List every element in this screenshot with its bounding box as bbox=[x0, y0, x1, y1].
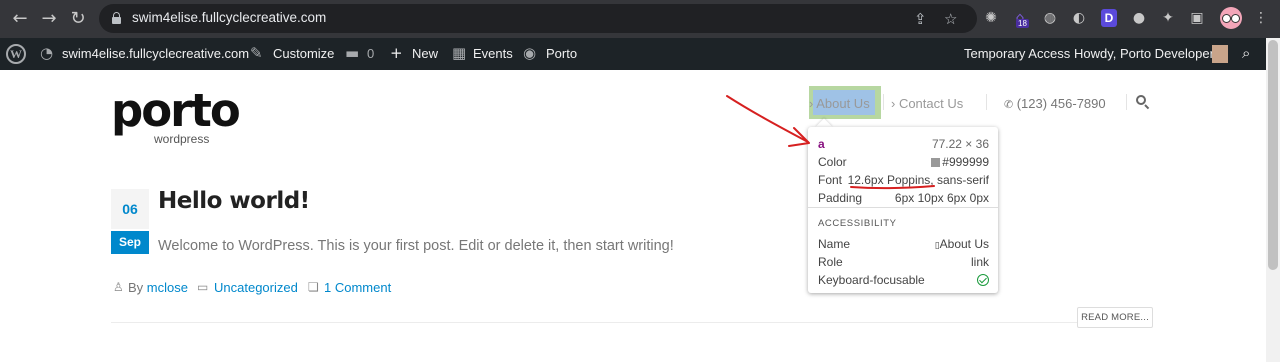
tooltip-focus-value bbox=[977, 273, 989, 287]
tooltip-tag: a bbox=[818, 137, 825, 151]
adminbar-new[interactable]: New bbox=[412, 46, 438, 61]
address-bar[interactable]: swim4elise.fullcyclecreative.com ⇪ ☆ bbox=[99, 4, 977, 33]
adminbar-site-name[interactable]: swim4elise.fullcyclecreative.com bbox=[62, 46, 249, 61]
bookmark-star-icon[interactable]: ☆ bbox=[944, 10, 957, 28]
porto-icon: ◉ bbox=[523, 44, 537, 62]
site-logo-subtitle: wordpress bbox=[154, 132, 210, 146]
tooltip-divider bbox=[808, 207, 998, 208]
tooltip-accessibility-heading: ACCESSIBILITY bbox=[818, 218, 897, 229]
post-title[interactable]: Hello world! bbox=[158, 188, 310, 214]
tooltip-color-label: Color bbox=[818, 155, 847, 169]
color-swatch bbox=[931, 158, 941, 167]
tooltip-name-value: ▯About Us bbox=[935, 237, 989, 251]
wp-admin-bar: W ◔ swim4elise.fullcyclecreative.com ✎ C… bbox=[0, 38, 1266, 70]
browser-toolbar: ← → ↻ swim4elise.fullcyclecreative.com ⇪… bbox=[0, 0, 1280, 38]
tooltip-role-value: link bbox=[970, 255, 989, 269]
tooltip-role-row: Role link bbox=[818, 255, 989, 271]
puzzle-extensions-icon[interactable]: ✦ bbox=[1160, 10, 1176, 26]
wordpress-logo-icon[interactable]: W bbox=[6, 44, 26, 64]
post-by-label: By bbox=[128, 280, 144, 295]
menu-kebab-icon[interactable]: ⋮ bbox=[1253, 10, 1269, 26]
extension-icon[interactable]: ● bbox=[1131, 10, 1147, 26]
search-icon[interactable]: ⌕ bbox=[1242, 44, 1250, 62]
comments-icon: ❏ bbox=[308, 280, 319, 294]
adminbar-howdy[interactable]: Howdy, Porto Developer bbox=[1074, 46, 1214, 61]
adminbar-customize[interactable]: Customize bbox=[273, 46, 334, 61]
nav-divider bbox=[883, 94, 884, 110]
globe-icon[interactable]: ◍ bbox=[1042, 10, 1058, 26]
url-text[interactable]: swim4elise.fullcyclecreative.com bbox=[132, 10, 326, 25]
post-author: By mclose bbox=[128, 280, 188, 295]
adminbar-comments-count[interactable]: 0 bbox=[367, 46, 374, 61]
back-arrow-icon[interactable]: ← bbox=[10, 9, 30, 29]
tooltip-font-label: Font bbox=[818, 173, 843, 187]
post-comments-link[interactable]: 1 Comment bbox=[324, 280, 391, 295]
post-date-day: 06 bbox=[111, 189, 149, 229]
search-icon[interactable] bbox=[1136, 95, 1150, 110]
devtools-inspect-tooltip: a 77.22 × 36 Color #999999 Font 12.6px P… bbox=[808, 127, 998, 293]
adminbar-temporary-access[interactable]: Temporary Access bbox=[964, 46, 1070, 61]
tooltip-padding-value: 6px 10px 6px 0px bbox=[894, 191, 989, 205]
side-panel-icon[interactable]: ▣ bbox=[1189, 10, 1205, 26]
dashboard-icon: ◔ bbox=[40, 44, 54, 62]
lock-icon[interactable] bbox=[112, 12, 121, 24]
user-icon: ♙ bbox=[113, 280, 124, 294]
tooltip-padding-row: Padding 6px 10px 6px 0px bbox=[818, 191, 989, 207]
adminbar-porto[interactable]: Porto bbox=[546, 46, 577, 61]
phone-icon: ✆ bbox=[1004, 98, 1017, 111]
extension-badge: 18 bbox=[1016, 19, 1029, 28]
nav-divider bbox=[986, 94, 987, 110]
nav-divider bbox=[1126, 94, 1127, 110]
profile-avatar-icon[interactable] bbox=[1220, 7, 1242, 29]
share-icon[interactable]: ⇪ bbox=[914, 10, 927, 28]
tooltip-font-row: Font 12.6px Poppins, sans-serif bbox=[818, 173, 989, 189]
reload-icon[interactable]: ↻ bbox=[68, 9, 88, 29]
scrollbar[interactable] bbox=[1266, 38, 1280, 362]
read-more-button[interactable]: READ MORE... bbox=[1077, 307, 1153, 328]
tooltip-name-label: Name bbox=[818, 237, 851, 251]
plus-icon: + bbox=[390, 44, 403, 62]
tooltip-focus-label: Keyboard-focusable bbox=[818, 273, 925, 287]
tooltip-name-row: Name ▯About Us bbox=[818, 237, 989, 253]
tooltip-role-label: Role bbox=[818, 255, 843, 269]
folder-icon: ▭ bbox=[197, 280, 209, 294]
tooltip-color-value: #999999 bbox=[931, 155, 989, 169]
site-logo[interactable]: porto bbox=[111, 88, 241, 133]
tooltip-focus-row: Keyboard-focusable bbox=[818, 273, 989, 289]
nav-contact-us[interactable]: › Contact Us bbox=[891, 96, 963, 111]
post-author-link[interactable]: mclose bbox=[147, 280, 188, 295]
post-divider bbox=[111, 322, 1153, 323]
nav-phone[interactable]: ✆ (123) 456-7890 bbox=[1004, 96, 1106, 111]
brush-icon: ✎ bbox=[250, 44, 263, 62]
nav-about-us[interactable]: › About Us bbox=[809, 96, 870, 111]
tooltip-color-row: Color #999999 bbox=[818, 155, 989, 171]
phone-number: (123) 456-7890 bbox=[1016, 96, 1106, 111]
check-circle-icon bbox=[977, 274, 989, 286]
avatar[interactable] bbox=[1212, 45, 1228, 63]
post-excerpt: Welcome to WordPress. This is your first… bbox=[158, 238, 674, 254]
comment-icon[interactable]: ▬ bbox=[345, 44, 359, 62]
extension-icon[interactable]: ◐ bbox=[1071, 10, 1087, 26]
calendar-icon: ▦ bbox=[452, 44, 467, 62]
tooltip-padding-label: Padding bbox=[818, 191, 863, 205]
forward-arrow-icon[interactable]: → bbox=[39, 9, 59, 29]
tooltip-dimensions: 77.22 × 36 bbox=[931, 137, 989, 151]
tooltip-color-text: #999999 bbox=[942, 155, 989, 169]
extension-d-icon[interactable]: D bbox=[1101, 9, 1117, 27]
scroll-thumb[interactable] bbox=[1268, 40, 1278, 270]
extension-icon[interactable]: ✺ bbox=[983, 10, 999, 26]
post-date-month: Sep bbox=[111, 231, 149, 254]
tooltip-font-value: 12.6px Poppins, sans-serif bbox=[847, 173, 989, 187]
tooltip-name-text: About Us bbox=[939, 237, 989, 251]
adminbar-events[interactable]: Events bbox=[473, 46, 513, 61]
post-category-link[interactable]: Uncategorized bbox=[214, 280, 298, 295]
